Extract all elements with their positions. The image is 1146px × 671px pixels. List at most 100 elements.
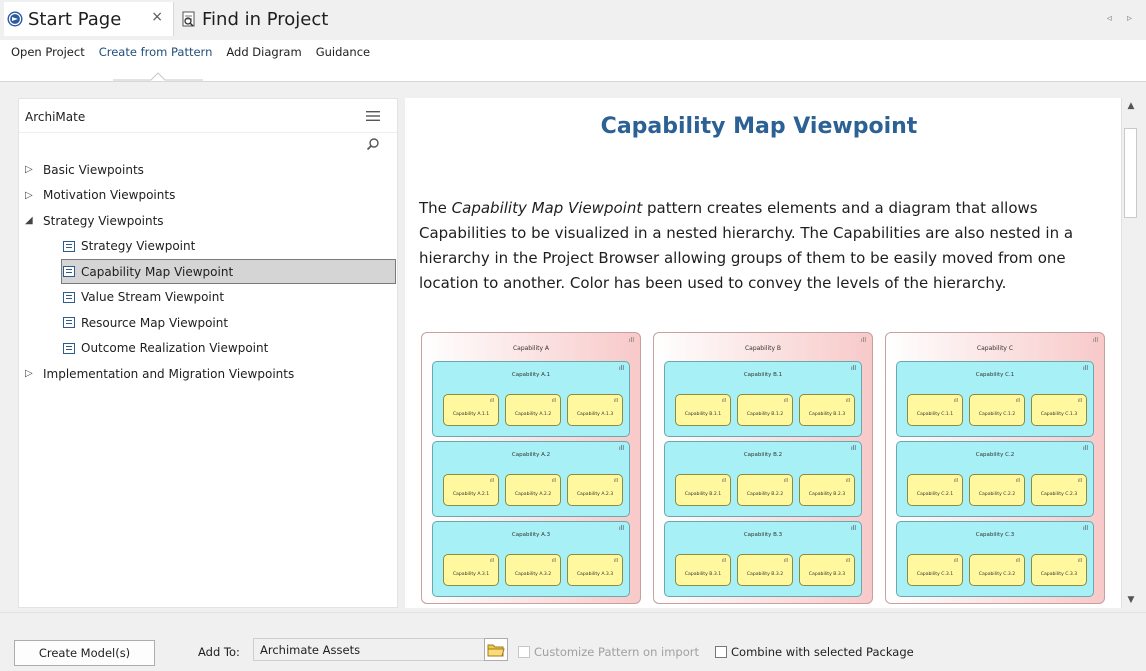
expand-arrow-icon[interactable]: ▷ bbox=[25, 164, 37, 175]
tab-find-in-project[interactable]: Find in Project bbox=[178, 2, 398, 36]
open-project-link[interactable]: Open Project bbox=[11, 45, 85, 59]
capability-icon: ıll bbox=[1015, 558, 1020, 564]
capability-label: Capability B.2.1 bbox=[684, 492, 722, 497]
tree-item-strategy-viewpoint[interactable]: Strategy Viewpoint bbox=[19, 234, 397, 260]
capability-level3-box: Capability A.3.1 ıll bbox=[443, 554, 499, 586]
guidance-link[interactable]: Guidance bbox=[316, 45, 370, 59]
capability-level2-box: Capability A.3 ıll Capability A.3.1 ıll Capa… bbox=[432, 521, 630, 597]
add-diagram-link[interactable]: Add Diagram bbox=[226, 45, 301, 59]
scrollbar-thumb[interactable] bbox=[1124, 128, 1137, 218]
capability-icon: ıll bbox=[551, 558, 556, 564]
description-text-pre: The bbox=[419, 199, 452, 217]
capability-label: Capability C.3.1 bbox=[916, 572, 954, 577]
collapse-arrow-icon[interactable]: ◢ bbox=[25, 215, 37, 226]
tab-start-page[interactable]: Start Page × bbox=[4, 2, 174, 36]
tree-item-label: Capability Map Viewpoint bbox=[81, 264, 234, 279]
browse-package-button[interactable] bbox=[484, 638, 508, 661]
capability-level2-box: Capability C.2 ıll Capability C.2.1 ıll Capa… bbox=[896, 441, 1094, 517]
create-from-pattern-link[interactable]: Create from Pattern bbox=[99, 45, 213, 59]
tab-scroll-arrows-icon[interactable]: ◃ ▹ bbox=[1107, 13, 1138, 24]
pattern-tree-header: ArchiMate bbox=[19, 99, 397, 133]
capability-icon: ıll bbox=[1082, 365, 1088, 372]
tree-item-label: Basic Viewpoints bbox=[43, 162, 144, 177]
capability-level1-box: Capability Bıll Capability B.1 ıll Capabili… bbox=[653, 332, 873, 604]
capability-icon: ıll bbox=[1015, 478, 1020, 484]
tree-item-resource-map-viewpoint[interactable]: Resource Map Viewpoint bbox=[19, 310, 397, 336]
capability-icon: ıll bbox=[850, 445, 856, 452]
capability-icon: ıll bbox=[845, 558, 850, 564]
capability-level3-box: Capability B.3.1 ıll bbox=[675, 554, 731, 586]
tree-item-label: Strategy Viewpoint bbox=[81, 239, 196, 254]
capability-icon: ıll bbox=[850, 365, 856, 372]
combine-package-checkbox[interactable] bbox=[715, 646, 727, 658]
tree-item-motivation-viewpoints[interactable]: ▷ Motivation Viewpoints bbox=[19, 183, 397, 209]
capability-level3-box: Capability B.3.2 ıll bbox=[737, 554, 793, 586]
capability-level3-box: Capability A.1.3 ıll bbox=[567, 394, 623, 426]
capability-level2-box: Capability B.3 ıll Capability B.3.1 ıll Capa… bbox=[664, 521, 862, 597]
capability-map-diagram-preview: Capability Aıll Capability A.1 ıll Capabili… bbox=[421, 332, 1106, 606]
scroll-down-icon[interactable]: ▼ bbox=[1123, 592, 1139, 608]
capability-level1-box: Capability Aıll Capability A.1 ıll Capabili… bbox=[421, 332, 641, 604]
capability-label: Capability A.1 bbox=[511, 372, 551, 378]
capability-label: Capability C bbox=[976, 345, 1014, 352]
capability-icon: ıll bbox=[489, 398, 494, 404]
capability-label: Capability A.2.2 bbox=[514, 492, 552, 497]
pattern-icon bbox=[63, 291, 75, 303]
capability-label: Capability B.1.1 bbox=[684, 412, 722, 417]
capability-icon: ıll bbox=[953, 478, 958, 484]
pattern-tree-panel: ArchiMate ▷ Basic Viewpoints ▷ Motivatio… bbox=[18, 98, 398, 608]
capability-label: Capability C.2 bbox=[975, 452, 1015, 458]
combine-package-label: Combine with selected Package bbox=[731, 645, 914, 659]
tree-item-value-stream-viewpoint[interactable]: Value Stream Viewpoint bbox=[19, 285, 397, 311]
pattern-icon bbox=[63, 317, 75, 329]
pattern-icon bbox=[63, 342, 75, 354]
tree-item-implementation-migration-viewpoints[interactable]: ▷ Implementation and Migration Viewpoint… bbox=[19, 361, 397, 387]
capability-icon: ıll bbox=[845, 398, 850, 404]
tree-item-outcome-realization-viewpoint[interactable]: Outcome Realization Viewpoint bbox=[19, 336, 397, 362]
pattern-description: The Capability Map Viewpoint pattern cre… bbox=[419, 196, 1109, 296]
create-models-button[interactable]: Create Model(s) bbox=[14, 640, 155, 666]
hamburger-menu-icon[interactable] bbox=[366, 111, 380, 121]
capability-label: Capability B.3.3 bbox=[808, 572, 846, 577]
capability-level2-box: Capability A.2 ıll Capability A.2.1 ıll Capa… bbox=[432, 441, 630, 517]
tree-item-strategy-viewpoints[interactable]: ◢ Strategy Viewpoints bbox=[19, 208, 397, 234]
capability-label: Capability B.3 bbox=[743, 532, 783, 538]
capability-icon: ıll bbox=[783, 398, 788, 404]
capability-icon: ıll bbox=[489, 558, 494, 564]
expand-arrow-icon[interactable]: ▷ bbox=[25, 190, 37, 201]
add-to-field[interactable]: Archimate Assets bbox=[253, 638, 505, 661]
capability-icon: ıll bbox=[628, 337, 634, 344]
expand-arrow-icon[interactable]: ▷ bbox=[25, 368, 37, 379]
capability-label: Capability A.2.3 bbox=[576, 492, 614, 497]
capability-label: Capability C.2.3 bbox=[1040, 492, 1078, 497]
capability-icon: ıll bbox=[1077, 398, 1082, 404]
capability-label: Capability B.2.3 bbox=[808, 492, 846, 497]
add-to-label: Add To: bbox=[198, 645, 240, 659]
customize-pattern-label: Customize Pattern on import bbox=[534, 645, 699, 659]
capability-icon: ıll bbox=[551, 398, 556, 404]
capability-label: Capability A.1.1 bbox=[452, 412, 490, 417]
tree-item-basic-viewpoints[interactable]: ▷ Basic Viewpoints bbox=[19, 157, 397, 183]
capability-label: Capability C.3.3 bbox=[1040, 572, 1078, 577]
capability-icon: ıll bbox=[613, 398, 618, 404]
tab-find-in-project-label: Find in Project bbox=[202, 8, 329, 30]
capability-level3-box: Capability B.2.3 ıll bbox=[799, 474, 855, 506]
capability-level3-box: Capability A.1.2 ıll bbox=[505, 394, 561, 426]
start-page-window: Start Page × Find in Project ◃ ▹ Open Pr… bbox=[0, 0, 1146, 671]
customize-pattern-checkbox[interactable] bbox=[518, 646, 530, 658]
tree-item-label: Resource Map Viewpoint bbox=[81, 315, 229, 330]
search-icon[interactable] bbox=[366, 137, 380, 151]
capability-level3-box: Capability A.1.1 ıll bbox=[443, 394, 499, 426]
capability-label: Capability A.1.2 bbox=[514, 412, 552, 417]
close-icon[interactable]: × bbox=[151, 9, 163, 25]
capability-label: Capability C.3.2 bbox=[978, 572, 1016, 577]
capability-icon: ıll bbox=[953, 558, 958, 564]
capability-icon: ıll bbox=[721, 558, 726, 564]
tree-item-capability-map-viewpoint[interactable]: Capability Map Viewpoint bbox=[19, 259, 397, 285]
capability-label: Capability B.3.2 bbox=[746, 572, 784, 577]
vertical-scrollbar[interactable]: ▲ ▼ bbox=[1121, 98, 1139, 608]
tree-item-label: Implementation and Migration Viewpoints bbox=[43, 366, 295, 381]
document-tab-bar: Start Page × Find in Project ◃ ▹ bbox=[0, 0, 1146, 40]
scroll-up-icon[interactable]: ▲ bbox=[1123, 98, 1139, 114]
pattern-tree: ▷ Basic Viewpoints ▷ Motivation Viewpoin… bbox=[19, 157, 397, 387]
